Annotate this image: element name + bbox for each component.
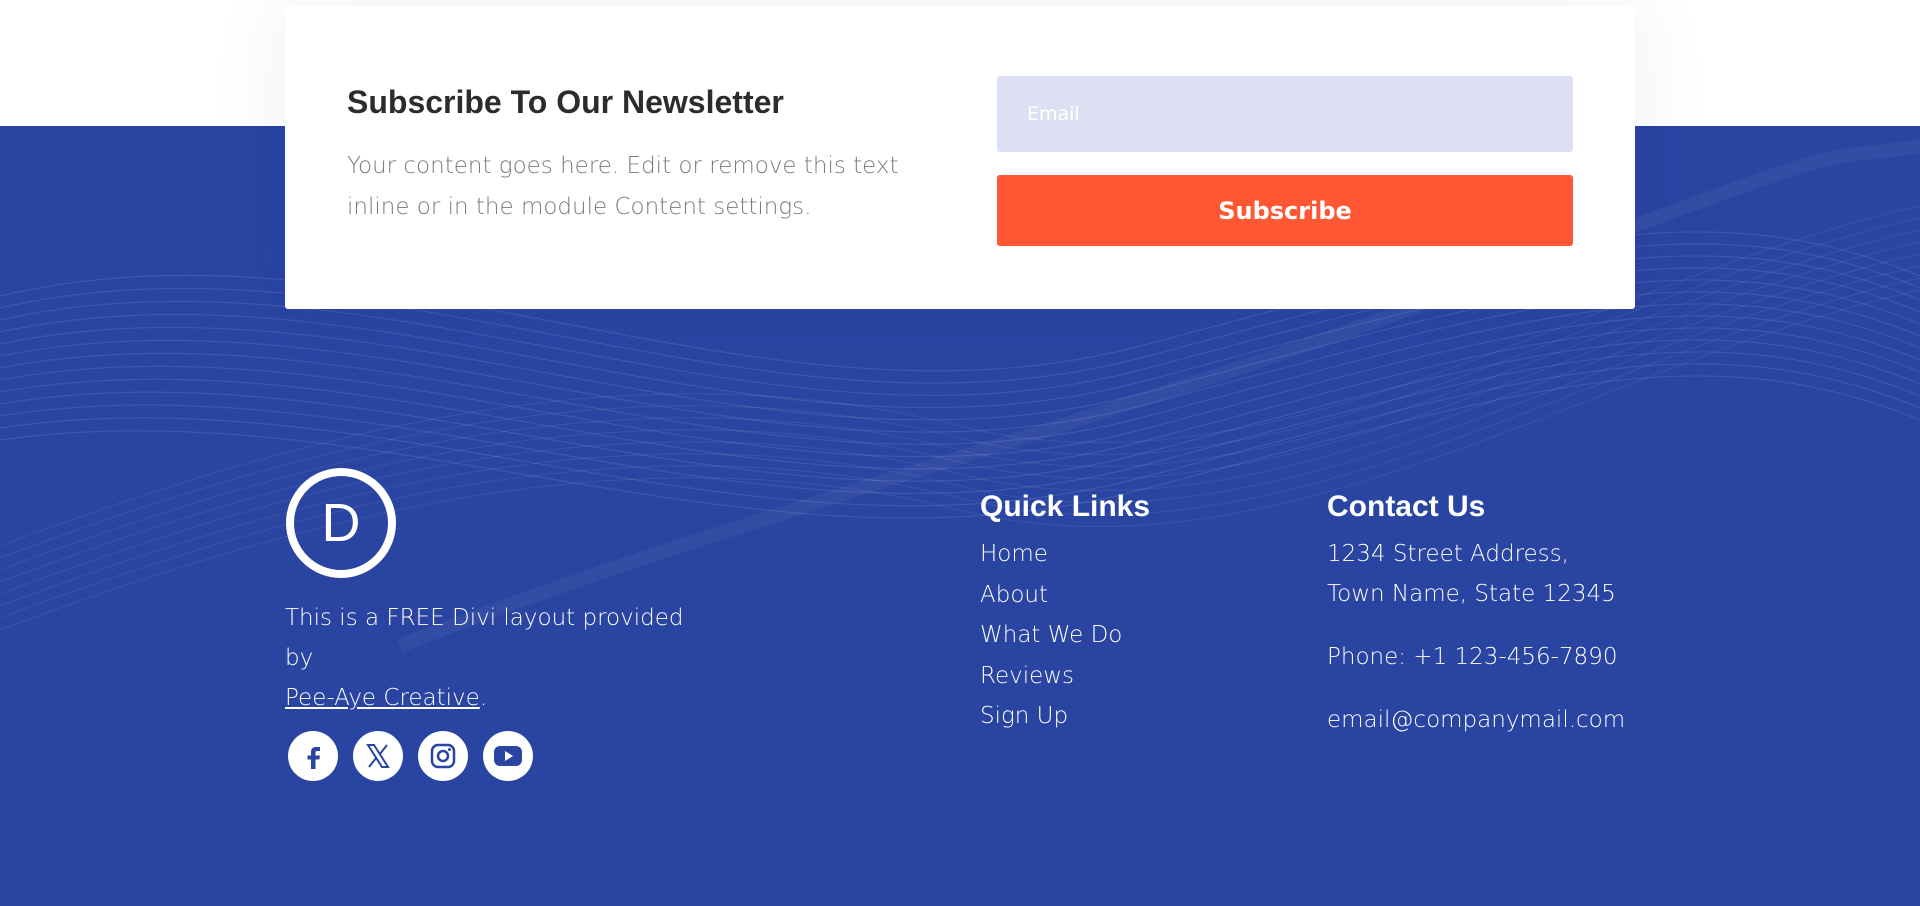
about-text-prefix: This is a FREE Divi layout provided by [285, 605, 684, 671]
facebook-icon [307, 747, 320, 769]
quick-links-list: Home About What We Do Reviews Sign Up [980, 534, 1122, 737]
youtube-link[interactable] [483, 731, 533, 781]
contact-address-line1: 1234 Street Address, [1327, 541, 1569, 567]
x-twitter-icon [366, 744, 390, 768]
contact-phone: Phone: +1 123-456-7890 [1327, 644, 1618, 670]
quick-link-about[interactable]: About [980, 575, 1122, 616]
footer-about: This is a FREE Divi layout provided by Pe… [285, 598, 705, 718]
logo-letter: D [322, 493, 361, 553]
divi-logo: D [286, 468, 396, 578]
quick-link-reviews[interactable]: Reviews [980, 656, 1122, 697]
contact-address-line2: Town Name, State 12345 [1327, 581, 1616, 607]
instagram-icon [430, 743, 456, 769]
newsletter-description: Your content goes here. Edit or remove t… [347, 153, 899, 220]
quick-links-title: Quick Links [980, 490, 1151, 523]
facebook-link[interactable] [288, 731, 338, 781]
instagram-link[interactable] [418, 731, 468, 781]
subscribe-button[interactable]: Subscribe [997, 175, 1573, 246]
contact-email[interactable]: email@companymail.com [1327, 700, 1625, 740]
email-input[interactable] [997, 76, 1573, 152]
youtube-icon [494, 746, 522, 766]
pee-aye-creative-link[interactable]: Pee-Aye Creative [285, 685, 480, 711]
quick-link-home[interactable]: Home [980, 534, 1122, 575]
quick-link-sign-up[interactable]: Sign Up [980, 696, 1122, 737]
quick-link-what-we-do[interactable]: What We Do [980, 615, 1122, 656]
newsletter-title: Subscribe To Our Newsletter [347, 84, 784, 120]
contact-us-title: Contact Us [1327, 490, 1486, 523]
x-twitter-link[interactable] [353, 731, 403, 781]
about-text-suffix: . [479, 685, 488, 711]
